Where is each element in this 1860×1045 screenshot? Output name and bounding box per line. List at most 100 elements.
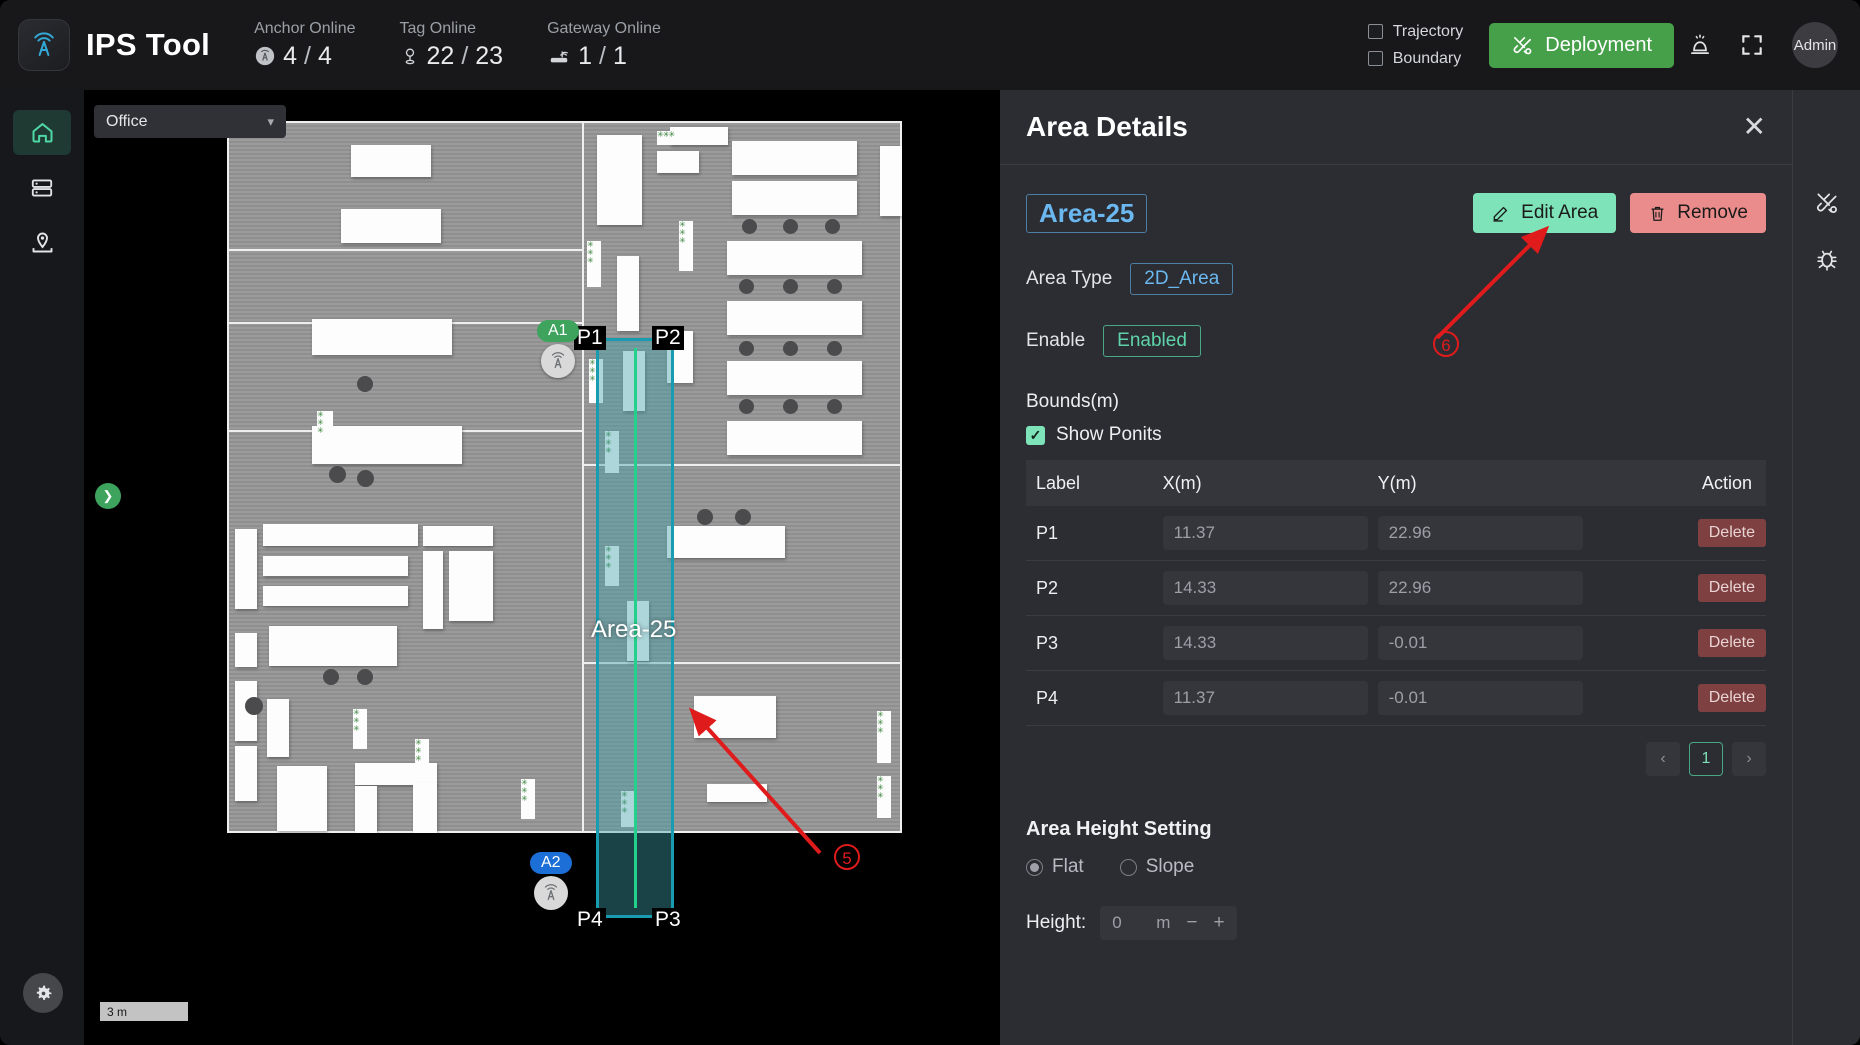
close-icon[interactable]: ✕	[1743, 113, 1766, 141]
height-unit: m	[1156, 913, 1171, 932]
panel-collapse-button[interactable]: ❯	[95, 483, 121, 509]
area-details-panel: Area Details ✕ Area-25 Edit Area Remove …	[1000, 90, 1792, 1045]
delete-button[interactable]: Delete	[1697, 574, 1766, 602]
radio-flat[interactable]: Flat	[1026, 856, 1084, 878]
stat-value: 22	[426, 41, 455, 70]
floor-select-value: Office	[106, 112, 148, 130]
pagination-page-1[interactable]: 1	[1689, 742, 1723, 776]
height-increment-button[interactable]: +	[1213, 912, 1224, 934]
anchor-icon	[544, 884, 557, 901]
area-actions: Edit Area Remove	[1473, 193, 1766, 233]
y-input[interactable]: 22.96	[1377, 516, 1583, 550]
height-label: Height:	[1026, 912, 1087, 933]
server-icon	[31, 178, 53, 197]
table-row: P2 14.33 22.96 Delete	[1026, 560, 1766, 616]
point-tag-p1[interactable]: P1	[574, 326, 606, 350]
x-input[interactable]: 11.37	[1162, 681, 1368, 715]
stat-separator: /	[304, 41, 311, 70]
radio-indicator[interactable]	[1119, 858, 1137, 876]
tag-pin-icon	[405, 48, 414, 65]
stat-total: 1	[612, 41, 627, 70]
checkbox-box[interactable]	[1367, 24, 1383, 39]
area-type-value: 2D_Area	[1130, 263, 1234, 295]
point-tag-p2[interactable]: P2	[652, 326, 684, 350]
pagination-prev[interactable]: ‹	[1646, 742, 1680, 776]
stat-total: 4	[317, 41, 332, 70]
area-name-badge: Area-25	[1026, 193, 1148, 233]
y-input[interactable]: 22.96	[1377, 571, 1583, 605]
settings-button[interactable]	[23, 973, 63, 1013]
x-input[interactable]: 14.33	[1162, 571, 1368, 605]
radio-indicator[interactable]	[1026, 858, 1043, 876]
table-header-row: Label X(m) Y(m) Action	[1026, 460, 1766, 506]
map-canvas[interactable]: Office ▾ ❯ ✳ ✳ ✳ ✳ ✳ ✳ ✳ ✳ ✳ ✳ ✳ ✳ ✳✳✳ ✳…	[84, 90, 1000, 1045]
row-label: P1	[1026, 506, 1153, 561]
table-row: P4 11.37 -0.01 Delete	[1026, 670, 1766, 726]
edit-area-button[interactable]: Edit Area	[1473, 193, 1617, 233]
height-input[interactable]: 0	[1112, 913, 1140, 933]
point-tag-p3[interactable]: P3	[652, 908, 684, 932]
panel-body: Area-25 Edit Area Remove Area Type 2D_Ar…	[1000, 165, 1792, 940]
panel-title: Area Details	[1026, 111, 1188, 142]
checkbox-box[interactable]	[1367, 51, 1383, 66]
right-toolbar	[1792, 90, 1860, 1045]
floor-select[interactable]: Office ▾	[94, 105, 286, 138]
sidebar-item-home[interactable]	[13, 110, 71, 155]
tools-icon	[1513, 36, 1532, 54]
anchor-marker-a1[interactable]: A1	[537, 320, 579, 378]
anchor-dot	[540, 344, 575, 378]
point-tag-p4[interactable]: P4	[574, 908, 606, 932]
height-stepper[interactable]: 0 m − +	[1100, 906, 1237, 940]
checkbox-trajectory[interactable]: Trajectory	[1367, 23, 1463, 41]
y-input[interactable]: -0.01	[1377, 681, 1583, 715]
edit-area-label: Edit Area	[1521, 202, 1599, 223]
tools-icon	[1817, 193, 1837, 213]
sidebar-item-devices[interactable]	[13, 165, 71, 210]
stat-value: 4	[283, 41, 298, 70]
app-title: IPS Tool	[86, 27, 211, 62]
delete-button[interactable]: Delete	[1697, 684, 1766, 712]
remove-area-button[interactable]: Remove	[1630, 193, 1766, 233]
deployment-button[interactable]: Deployment	[1489, 22, 1674, 68]
table-head: Label X(m) Y(m) Action	[1026, 460, 1766, 506]
alarm-button[interactable]	[1674, 19, 1726, 71]
gateway-icon	[550, 51, 568, 63]
radio-slope[interactable]: Slope	[1119, 856, 1194, 878]
avatar[interactable]: Admin	[1792, 22, 1838, 68]
app-logo	[18, 19, 70, 71]
app-header: IPS Tool Anchor Online 4 / 4 Tag Online	[0, 0, 1860, 90]
alarm-bell-icon	[1691, 34, 1709, 54]
column-x: X(m)	[1152, 460, 1368, 506]
stat-separator: /	[461, 41, 469, 70]
stat-value: 1	[578, 41, 592, 70]
map-pin-icon	[32, 232, 52, 253]
area-type-row: Area Type 2D_Area	[1026, 263, 1766, 295]
x-input[interactable]: 11.37	[1162, 516, 1368, 550]
scale-bar: 3 m	[100, 1002, 188, 1021]
bug-icon	[1817, 250, 1837, 271]
x-input[interactable]: 14.33	[1162, 626, 1368, 660]
toolbar-item-tools[interactable]	[1793, 175, 1860, 231]
fullscreen-button[interactable]	[1726, 19, 1778, 71]
stat-value-wrap: 4 / 4	[254, 42, 355, 71]
show-points-checkbox[interactable]: ✓ Show Ponits	[1026, 424, 1766, 446]
checkbox-boundary[interactable]: Boundary	[1367, 50, 1464, 68]
delete-button[interactable]: Delete	[1697, 519, 1766, 547]
anchor-marker-a2[interactable]: A2	[530, 852, 572, 910]
left-sidebar	[0, 90, 84, 1045]
stat-label: Gateway Online	[547, 19, 661, 37]
enable-row: Enable Enabled	[1026, 325, 1766, 357]
bounds-table: Label X(m) Y(m) Action P1 11.37 22.96 De…	[1026, 460, 1766, 726]
row-label: P3	[1026, 615, 1153, 671]
y-input[interactable]: -0.01	[1377, 626, 1583, 660]
height-decrement-button[interactable]: −	[1186, 912, 1197, 934]
stat-total: 23	[475, 41, 504, 70]
area-header-row: Area-25 Edit Area Remove	[1026, 193, 1766, 233]
stat-value-wrap: 22 / 23	[400, 41, 504, 71]
table-row: P1 11.37 22.96 Delete	[1026, 506, 1766, 561]
sidebar-item-map[interactable]	[13, 220, 71, 265]
pagination-next[interactable]: ›	[1732, 742, 1766, 776]
fullscreen-icon	[1742, 35, 1762, 55]
delete-button[interactable]: Delete	[1697, 629, 1766, 657]
toolbar-item-debug[interactable]	[1793, 231, 1860, 287]
